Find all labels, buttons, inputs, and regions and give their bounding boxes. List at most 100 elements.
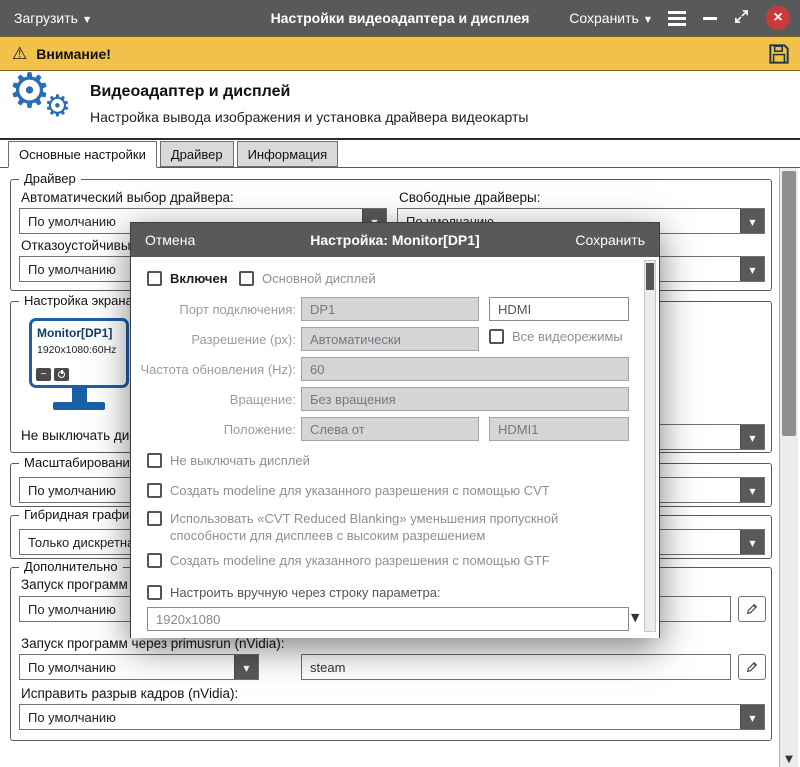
gears-icon: ⚙ ⚙ [8,71,86,135]
scrollbar-thumb[interactable] [646,263,654,290]
minimize-button[interactable] [703,17,717,20]
checkbox-label: Использовать «CVT Reduced Blanking» умен… [170,511,616,545]
close-icon: × [773,9,782,27]
tab-bar: Основные настройки Драйвер Информация [8,141,338,168]
position-value-field: Слева от [301,417,479,441]
close-button[interactable]: × [766,6,790,30]
checkbox-label: Не выключать дисплей [170,453,310,470]
cvt-modeline-checkbox[interactable]: Создать modeline для указанного разрешен… [147,483,550,500]
monitor-stand [72,388,87,402]
checkbox-box [239,271,254,286]
keep-display-on-checkbox[interactable]: Не выключать дисплей [147,453,310,470]
port-label: Порт подключения: [131,302,296,317]
expand-button[interactable] [734,9,749,27]
save-file-button[interactable] [766,41,792,72]
checkbox-label: Настроить вручную через строку параметра… [170,585,441,602]
pencil-icon [745,602,759,616]
load-menu-button[interactable]: Загрузить ▼ [14,10,90,26]
tab-main-settings[interactable]: Основные настройки [8,141,157,168]
chevron-down-icon: ▼ [740,209,764,233]
checkbox-label: Все видеорежимы [512,329,623,346]
minimize-icon [703,17,717,20]
enabled-checkbox[interactable]: Включен [147,271,228,288]
primusrun-command-input[interactable] [301,654,731,680]
manual-mode-input[interactable] [147,607,629,631]
cvt-reduced-blanking-checkbox[interactable]: Использовать «CVT Reduced Blanking» умен… [147,511,617,545]
save-label: Сохранить [569,10,639,26]
chevron-down-icon: ▼ [749,218,755,227]
chevron-down-icon: ▼ [84,15,90,24]
save-button[interactable]: Сохранить [575,232,645,248]
primusrun-label: Запуск программ через primusrun (nVidia)… [21,636,285,651]
checkbox-label: Создать modeline для указанного разрешен… [170,553,550,570]
monitor-minimize-button[interactable]: − [36,368,51,381]
warning-text: Внимание! [36,46,111,62]
primusrun-edit-button[interactable] [738,654,766,680]
refresh-label: Частота обновления (Hz): [131,362,296,377]
tab-driver[interactable]: Драйвер [160,141,234,167]
dialog-header: Отмена Настройка: Monitor[DP1] Сохранить [131,223,659,257]
load-label: Загрузить [14,10,78,26]
chevron-down-icon: ▼ [234,655,258,679]
warning-icon: ⚠ [12,44,27,64]
free-drivers-label: Свободные драйверы: [399,190,540,205]
page-title: Видеоадаптер и дисплей [90,83,290,101]
chevron-down-icon: ▼ [740,425,764,449]
monitor-mode: 1920x1080:60Hz [37,344,116,356]
driver-group-legend: Драйвер [19,171,81,186]
chevron-down-icon: ▼ [749,714,755,723]
monitor-name: Monitor[DP1] [37,326,112,340]
checkbox-box [147,483,162,498]
monitor-screen: Monitor[DP1] 1920x1080:60Hz − [29,318,129,388]
cancel-button[interactable]: Отмена [145,232,195,248]
checkbox-label: Основной дисплей [262,271,376,288]
pencil-icon [745,660,759,674]
page-subtitle: Настройка вывода изображения и установка… [90,109,528,125]
app-window: Загрузить ▼ Настройки видеоадаптера и ди… [0,0,800,767]
chevron-down-icon: ▼ [740,705,764,729]
checkbox-box [147,585,162,600]
gtf-modeline-checkbox[interactable]: Создать modeline для указанного разрешен… [147,553,550,570]
titlebar: Загрузить ▼ Настройки видеоадаптера и ди… [0,0,800,36]
chevron-down-icon: ▼ [749,539,755,548]
scroll-down-icon[interactable]: ▼ [631,611,639,624]
chevron-down-icon: ▼ [740,478,764,502]
auto-driver-label: Автоматический выбор драйвера: [21,190,234,205]
scrollbar-thumb[interactable] [782,171,796,436]
chevron-down-icon: ▼ [749,434,755,443]
position-ref-field: HDMI1 [489,417,629,441]
checkbox-box [147,453,162,468]
tab-info[interactable]: Информация [237,141,339,167]
monitor-settings-dialog: Отмена Настройка: Monitor[DP1] Сохранить… [130,222,660,638]
expand-icon [734,9,749,24]
save-menu-button[interactable]: Сохранить ▼ [569,10,651,26]
chevron-down-icon: ▼ [740,257,764,281]
port-custom-input[interactable] [489,297,629,321]
tearing-select[interactable]: По умолчанию ▼ [19,704,765,730]
chevron-down-icon: ▼ [243,664,249,673]
manual-mode-checkbox[interactable]: Настроить вручную через строку параметра… [147,585,441,602]
monitor-power-button[interactable] [54,368,69,381]
chevron-down-icon: ▼ [749,487,755,496]
dialog-scrollbar[interactable] [644,260,656,632]
rotation-label: Вращение: [131,392,296,407]
scroll-down-button[interactable]: ▼ [780,754,798,765]
optirun-edit-button[interactable] [738,596,766,622]
dropdown-value: По умолчанию [20,705,740,729]
primary-display-checkbox[interactable]: Основной дисплей [239,271,376,288]
page-header: ⚙ ⚙ Видеоадаптер и дисплей Настройка выв… [0,71,800,140]
scaling-group-legend: Масштабирование [19,455,142,470]
resolution-label: Разрешение (px): [131,332,296,347]
main-scrollbar[interactable]: ▼ [779,168,798,767]
monitor-widget[interactable]: Monitor[DP1] 1920x1080:60Hz − [29,318,129,410]
resolution-value-field: Автоматически [301,327,479,351]
hybrid-group-legend: Гибридная графика [19,507,148,522]
chevron-down-icon: ▼ [645,15,651,24]
primusrun-select[interactable]: По умолчанию ▼ [19,654,259,680]
power-icon [58,371,65,378]
checkbox-box [147,511,162,526]
hamburger-menu-button[interactable] [668,7,686,30]
position-label: Положение: [131,422,296,437]
gear-small-icon: ⚙ [44,89,71,124]
all-modes-checkbox[interactable]: Все видеорежимы [489,329,623,346]
